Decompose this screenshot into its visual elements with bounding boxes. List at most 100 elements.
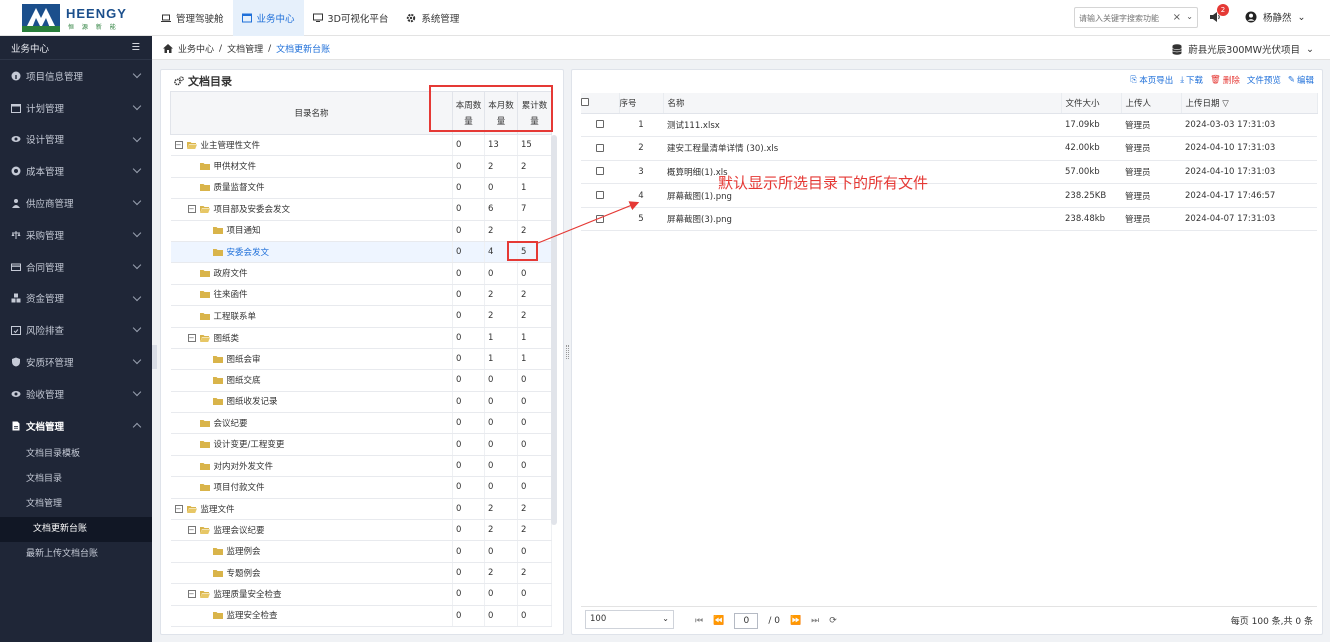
chevron-down-icon[interactable]: ⌄ (1186, 12, 1193, 21)
collapse-toggle-icon[interactable]: − (187, 526, 196, 535)
panel-splitter[interactable] (566, 345, 569, 359)
catalog-row-total: 0 (517, 540, 552, 563)
row-checkbox[interactable] (596, 143, 604, 152)
user-menu[interactable]: 杨静然 ⌄ (1245, 10, 1305, 24)
catalog-row[interactable]: − 监理质量安全检查 0 0 0 (170, 583, 552, 606)
sidebar-item-cost[interactable]: 成本管理 (0, 155, 152, 187)
sidebar-subitem-doc-management[interactable]: 文档管理 (0, 492, 152, 517)
edit-label: 编辑 (1296, 76, 1314, 86)
last-page-icon[interactable]: ⏭ (811, 616, 819, 626)
edit-button[interactable]: ✎ 编辑 (1288, 74, 1314, 86)
catalog-row[interactable]: 监理安全检查 0 0 0 (170, 605, 552, 627)
catalog-row[interactable]: − 监理会议纪要 0 2 2 (170, 519, 552, 542)
catalog-row[interactable]: − 项目部及安委会发文 0 6 7 (170, 198, 552, 221)
sidebar-subitem-catalog[interactable]: 文档目录 (0, 467, 152, 492)
breadcrumb-home[interactable]: 业务中心 (178, 42, 214, 55)
catalog-row[interactable]: 质量监督文件 0 0 1 (170, 177, 552, 200)
sidebar-item-design[interactable]: 设计管理 (0, 124, 152, 156)
catalog-row[interactable]: 政府文件 0 0 0 (170, 262, 552, 285)
first-page-icon[interactable]: ⏮ (695, 616, 703, 626)
refresh-icon[interactable]: ⟳ (829, 616, 837, 626)
catalog-row[interactable]: 图纸收发记录 0 0 0 (170, 391, 552, 414)
catalog-row-total: 0 (517, 262, 552, 285)
sidebar-item-project-info[interactable]: 项目信息管理 (0, 60, 152, 92)
prev-page-icon[interactable]: ⏪ (713, 616, 724, 626)
function-search[interactable]: × ⌄ (1074, 7, 1198, 28)
download-button[interactable]: ⤓ 下载 (1180, 74, 1203, 86)
sidebar-item-acceptance[interactable]: 验收管理 (0, 378, 152, 410)
delete-button[interactable]: 🗑︎ 删除 (1210, 74, 1240, 86)
page-number-input[interactable]: 0 (734, 613, 759, 629)
sidebar-item-procurement[interactable]: 采购管理 (0, 219, 152, 251)
topnav-3d-platform[interactable]: 3D可视化平台 (304, 0, 398, 36)
catalog-panel: 文档目录 目录名称 本周数量 本月数量 累计数量 − 业主管理性文件 0 13 15 甲供… (160, 69, 564, 635)
next-page-icon[interactable]: ⏩ (790, 616, 801, 626)
file-name[interactable]: 屏幕截图(3).png (663, 207, 1061, 232)
topnav-system[interactable]: 系统管理 (397, 0, 468, 36)
function-search-input[interactable] (1079, 11, 1173, 25)
catalog-row[interactable]: − 业主管理性文件 0 13 15 (170, 134, 552, 157)
clear-icon[interactable]: × (1173, 12, 1181, 23)
catalog-row[interactable]: 设计变更/工程变更 0 0 0 (170, 433, 552, 456)
sidebar-item-funds[interactable]: 资金管理 (0, 283, 152, 315)
sidebar-item-contract[interactable]: 合同管理 (0, 251, 152, 283)
row-checkbox[interactable] (596, 167, 604, 176)
catalog-row-week: 0 (452, 605, 485, 627)
sidebar-item-plan[interactable]: 计划管理 (0, 92, 152, 124)
catalog-row[interactable]: 往来函件 0 2 2 (170, 284, 552, 307)
breadcrumb-mid[interactable]: 文档管理 (227, 42, 263, 55)
catalog-row-week: 0 (452, 305, 485, 328)
sidebar-subitem-catalog-template[interactable]: 文档目录模板 (0, 442, 152, 467)
catalog-row[interactable]: 会议纪要 0 0 0 (170, 412, 552, 435)
file-row[interactable]: 4 屏幕截图(1).png 238.25KB 管理员 2024-04-17 17:46:… (581, 183, 1317, 208)
catalog-row[interactable]: 专题例会 0 2 2 (170, 562, 552, 585)
collapse-toggle-icon[interactable]: − (187, 333, 196, 342)
preview-button[interactable]: 文件预览 (1247, 74, 1281, 86)
sidebar-item-supplier[interactable]: 供应商管理 (0, 187, 152, 219)
collapse-toggle-icon[interactable]: − (187, 590, 196, 599)
row-checkbox[interactable] (596, 120, 604, 129)
catalog-row[interactable]: 工程联系单 0 2 2 (170, 305, 552, 328)
file-row[interactable]: 1 测试111.xlsx 17.09kb 管理员 2024-03-03 17:31:03 (581, 113, 1317, 138)
file-row[interactable]: 3 概算明细(1).xls 57.00kb 管理员 2024-04-10 17:31:0… (581, 160, 1317, 185)
catalog-row[interactable]: 监理例会 0 0 0 (170, 540, 552, 563)
catalog-row[interactable]: 图纸会审 0 1 1 (170, 348, 552, 371)
sidebar-subitem-latest-upload-ledger[interactable]: 最新上传文档台账 (0, 542, 152, 567)
filter-icon[interactable]: ▽ (1222, 99, 1229, 109)
file-date: 2024-04-10 17:31:03 (1181, 160, 1317, 185)
project-selector[interactable]: 蔚县光辰300MW光伏项目 ⌄ (1172, 42, 1314, 56)
sidebar-collapse-handle[interactable] (152, 345, 157, 369)
catalog-row[interactable]: 项目付款文件 0 0 0 (170, 476, 552, 499)
file-row[interactable]: 5 屏幕截图(3).png 238.48kb 管理员 2024-04-07 17:31:… (581, 207, 1317, 232)
file-row[interactable]: 2 建安工程量清单详情 (30).xls 42.00kb 管理员 2024-04-10 … (581, 136, 1317, 161)
page-size-select[interactable]: 100 ⌄ (585, 610, 674, 629)
sidebar-item-document[interactable]: 文档管理 (0, 410, 152, 442)
collapse-toggle-icon[interactable]: − (174, 141, 183, 150)
brand-logo[interactable]: HEENGY 恒 源 新 能 (22, 3, 152, 33)
column-header-date[interactable]: 上传日期 ▽ (1181, 93, 1318, 114)
export-button[interactable]: ⎘ 本页导出 (1130, 74, 1173, 86)
catalog-row[interactable]: 安委会发文 0 4 5 (170, 241, 552, 264)
home-icon[interactable] (163, 44, 173, 53)
topnav-business-center[interactable]: 业务中心 (232, 0, 304, 36)
collapse-toggle-icon[interactable]: − (174, 504, 183, 513)
select-all-checkbox[interactable] (581, 98, 589, 107)
catalog-row[interactable]: − 图纸类 0 1 1 (170, 327, 552, 349)
catalog-row[interactable]: − 监理文件 0 2 2 (170, 498, 552, 521)
topnav-cockpit[interactable]: 管理驾驶舱 (152, 0, 233, 36)
file-size: 17.09kb (1061, 113, 1121, 138)
collapse-toggle-icon[interactable]: − (187, 205, 196, 214)
file-name[interactable]: 建安工程量清单详情 (30).xls (663, 136, 1061, 161)
menu-toggle-icon[interactable]: ☰ (131, 42, 140, 53)
sidebar-subitem-update-ledger[interactable]: 文档更新台账 (0, 516, 152, 542)
sidebar-item-risk[interactable]: 风险排查 (0, 314, 152, 346)
catalog-row[interactable]: 项目通知 0 2 2 (170, 220, 552, 242)
catalog-scrollbar[interactable] (551, 135, 557, 525)
row-checkbox[interactable] (596, 191, 604, 200)
catalog-row[interactable]: 对内对外发文件 0 0 0 (170, 455, 552, 478)
catalog-row[interactable]: 甲供材文件 0 2 2 (170, 155, 552, 178)
row-checkbox[interactable] (596, 214, 604, 223)
catalog-row[interactable]: 图纸交底 0 0 0 (170, 369, 552, 392)
sidebar-item-hse[interactable]: 安质环管理 (0, 346, 152, 378)
file-name[interactable]: 测试111.xlsx (663, 113, 1061, 138)
